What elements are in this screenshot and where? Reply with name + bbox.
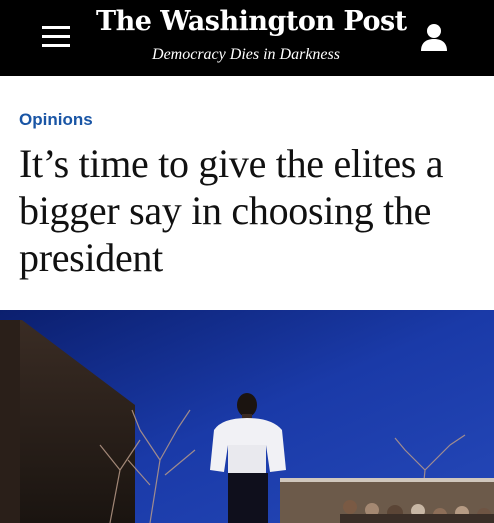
menu-bar — [42, 44, 70, 47]
section-link-opinions[interactable]: Opinions — [19, 110, 93, 130]
menu-bar — [42, 26, 70, 29]
site-logo[interactable]: The Washington Post — [96, 6, 407, 37]
user-account-icon[interactable] — [418, 22, 450, 52]
hamburger-menu-icon[interactable] — [38, 22, 74, 52]
user-silhouette-icon — [421, 24, 447, 51]
article-headline: It’s time to give the elites a bigger sa… — [19, 141, 444, 280]
menu-bar — [42, 35, 70, 38]
hero-photo — [0, 310, 494, 523]
railing — [280, 478, 494, 482]
site-header: The Washington Post Democracy Dies in Da… — [0, 0, 494, 76]
site-tagline: Democracy Dies in Darkness — [152, 46, 340, 63]
hero-photo-illustration — [0, 310, 494, 523]
building-corner — [0, 320, 20, 523]
